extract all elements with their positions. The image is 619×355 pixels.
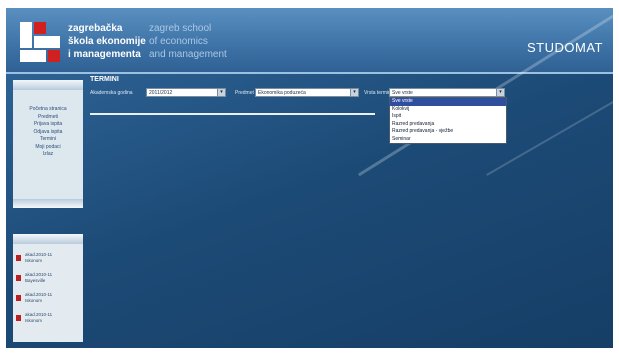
document-subtitle: Iskonom: [25, 318, 43, 323]
academic-year-value: 2011/2012: [149, 90, 173, 96]
pdf-icon: [16, 255, 21, 261]
header: zagrebačka škola ekonomije i managementa…: [6, 8, 613, 74]
sidebar-item-moji-podaci[interactable]: Moji podaci: [13, 144, 83, 152]
type-option[interactable]: Ispit: [390, 113, 506, 121]
type-select[interactable]: Sve vrste ▾: [389, 88, 505, 97]
pdf-icon: [16, 295, 21, 301]
type-value: Sve vrste: [392, 90, 413, 96]
document-link[interactable]: akad.2010-11 Iskonom: [16, 250, 83, 270]
school-name-en-line: and management: [149, 49, 227, 60]
sidebar-item-pocetna[interactable]: Početna stranica: [13, 106, 83, 114]
document-link[interactable]: akad.2010-11 Bayesville: [16, 270, 83, 290]
document-link[interactable]: akad.2010-11 Iskonom: [16, 310, 83, 330]
pdf-icon: [16, 275, 21, 281]
type-option[interactable]: Seminar: [390, 136, 506, 144]
pdf-icon: [16, 315, 21, 321]
chevron-down-icon[interactable]: ▾: [217, 89, 225, 96]
sidebar-item-izlaz[interactable]: Izlaz: [13, 151, 83, 159]
type-option[interactable]: Sve vrste: [390, 98, 506, 106]
sidebar-item-predmeti[interactable]: Predmeti: [13, 114, 83, 122]
main-area: Početna stranica Predmeti Prijava ispita…: [6, 14, 613, 348]
form-underline: [90, 113, 375, 115]
document-link[interactable]: akad.2010-11 Iskonom: [16, 290, 83, 310]
documents-panel: akad.2010-11 Iskonom akad.2010-11 Bayesvil…: [13, 234, 83, 342]
document-subtitle: Iskonom: [25, 258, 43, 263]
chevron-down-icon[interactable]: ▾: [496, 89, 504, 96]
sidebar-item-termini[interactable]: Termini: [13, 136, 83, 144]
documents-top-bar: [13, 234, 83, 244]
academic-year-label: Akademska godina: [90, 90, 133, 96]
school-name-en-line: zagreb school: [149, 23, 212, 34]
type-option[interactable]: Razred predavanja: [390, 121, 506, 129]
subject-label: Predmet: [235, 90, 254, 96]
page-title: TERMINI: [90, 76, 119, 83]
sidebar-item-odjava-ispita[interactable]: Odjava ispita: [13, 129, 83, 137]
subject-select[interactable]: Ekonomika poduzeća ▾: [255, 88, 359, 97]
subject-value: Ekonomika poduzeća: [258, 90, 306, 96]
type-option[interactable]: Kolokvij: [390, 106, 506, 114]
chevron-down-icon[interactable]: ▾: [350, 89, 358, 96]
school-name-line: zagrebačka: [68, 23, 123, 34]
sidebar-nav: Početna stranica Predmeti Prijava ispita…: [13, 80, 83, 208]
school-name-line: škola ekonomije: [68, 36, 146, 47]
sidebar-top-bar: [13, 80, 83, 90]
app-window: zagrebačka škola ekonomije i managementa…: [6, 8, 613, 348]
school-name-english: zagreb school of economics and managemen…: [149, 22, 227, 61]
academic-year-select[interactable]: 2011/2012 ▾: [146, 88, 226, 97]
sidebar-bottom-bar: [13, 199, 83, 208]
document-subtitle: Iskonom: [25, 298, 43, 303]
type-option[interactable]: Razred predavanja - vježbe: [390, 128, 506, 136]
document-subtitle: Bayesville: [25, 278, 46, 283]
school-logo: [20, 22, 60, 62]
school-name-en-line: of economics: [149, 36, 208, 47]
sidebar-item-prijava-ispita[interactable]: Prijava ispita: [13, 121, 83, 129]
type-dropdown-list: Sve vrste Kolokvij Ispit Razred predavan…: [389, 97, 507, 144]
school-name: zagrebačka škola ekonomije i managementa: [68, 22, 146, 61]
school-name-line: i managementa: [68, 49, 141, 60]
